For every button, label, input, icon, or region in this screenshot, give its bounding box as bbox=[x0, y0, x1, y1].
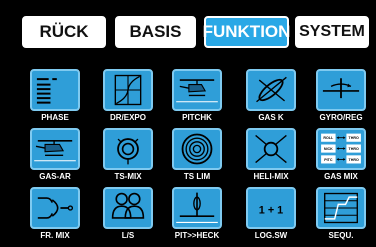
phase-label: PHASE bbox=[41, 113, 69, 122]
free-mixer-icon bbox=[37, 197, 74, 219]
sequ-label: SEQU. bbox=[328, 231, 354, 240]
throttle-mix-icon: ROLL THRO NICK THRO PITC THRO bbox=[321, 133, 361, 164]
gas-ar-tile[interactable] bbox=[30, 128, 80, 170]
ts-lim-tile[interactable] bbox=[172, 128, 222, 170]
ls-label: L/S bbox=[121, 231, 135, 240]
expo-grid-icon bbox=[114, 74, 142, 106]
phase-list-icon bbox=[36, 78, 57, 104]
swashplate-limit-icon bbox=[181, 133, 213, 165]
gas-mix-tile[interactable]: ROLL THRO NICK THRO PITC THRO bbox=[316, 128, 366, 170]
fr-mix-tile[interactable] bbox=[30, 187, 80, 229]
ls-tile[interactable] bbox=[103, 187, 153, 229]
log-sw-tile[interactable]: 1 + 1 bbox=[246, 187, 296, 229]
logic-switch-text: 1 + 1 bbox=[259, 204, 283, 216]
gas-mix-row3-to: THRO bbox=[349, 158, 359, 162]
ts-lim-label: TS LIM bbox=[183, 172, 211, 181]
gyro-reg-tile[interactable] bbox=[316, 69, 366, 111]
heli-mixer-icon bbox=[255, 134, 287, 164]
pitchk-tile[interactable] bbox=[172, 69, 222, 111]
heli-mix-tile[interactable] bbox=[246, 128, 296, 170]
gas-k-tile[interactable] bbox=[246, 69, 296, 111]
ts-mix-label: TS-MIX bbox=[114, 172, 142, 181]
helicopter-pitch-icon bbox=[176, 79, 218, 103]
tab-system[interactable]: SYSTEM bbox=[295, 16, 369, 48]
pitchk-label: PITCHK bbox=[182, 113, 212, 122]
pit-heck-label: PIT>>HECK bbox=[174, 231, 220, 240]
log-sw-label: LOG.SW bbox=[254, 231, 288, 240]
gas-k-label: GAS K bbox=[258, 113, 284, 122]
gyro-reg-label: GYRO/REG bbox=[319, 113, 363, 122]
tab-funktion[interactable]: FUNKTION bbox=[203, 16, 290, 48]
phase-tile[interactable] bbox=[30, 69, 80, 111]
teacher-student-icon bbox=[111, 192, 145, 219]
pit-heck-tile[interactable] bbox=[172, 187, 222, 229]
logic-switch-icon: 1 + 1 bbox=[259, 204, 283, 216]
tab-bar: RÜCK BASIS FUNKTION SYSTEM bbox=[0, 0, 376, 56]
tab-rueck[interactable]: RÜCK bbox=[22, 16, 106, 48]
heli-mix-label: HELI-MIX bbox=[253, 172, 289, 181]
sequ-tile[interactable] bbox=[316, 187, 366, 229]
ts-mix-tile[interactable] bbox=[103, 128, 153, 170]
pitch-to-tail-icon bbox=[176, 192, 218, 224]
gas-mix-row2-from: NICK bbox=[324, 147, 333, 151]
gas-mix-row2-to: THRO bbox=[349, 147, 359, 151]
helicopter-autorotation-icon bbox=[34, 140, 76, 162]
tab-basis[interactable]: BASIS bbox=[115, 16, 196, 48]
gas-mix-row1-to: THRO bbox=[349, 136, 359, 140]
gas-mix-row1-from: ROLL bbox=[323, 136, 334, 140]
fr-mix-label: FR. MIX bbox=[40, 231, 70, 240]
throttle-curve-icon bbox=[256, 76, 287, 103]
sequencer-icon bbox=[324, 192, 358, 224]
gas-mix-row3-from: PITC bbox=[324, 158, 333, 162]
dr-expo-tile[interactable] bbox=[103, 69, 153, 111]
gas-mix-label: GAS MIX bbox=[324, 172, 358, 181]
swashplate-mix-icon bbox=[117, 138, 139, 165]
dr-expo-label: DR/EXPO bbox=[109, 113, 146, 122]
gas-ar-label: GAS-AR bbox=[39, 172, 71, 181]
gyro-icon bbox=[322, 78, 360, 99]
